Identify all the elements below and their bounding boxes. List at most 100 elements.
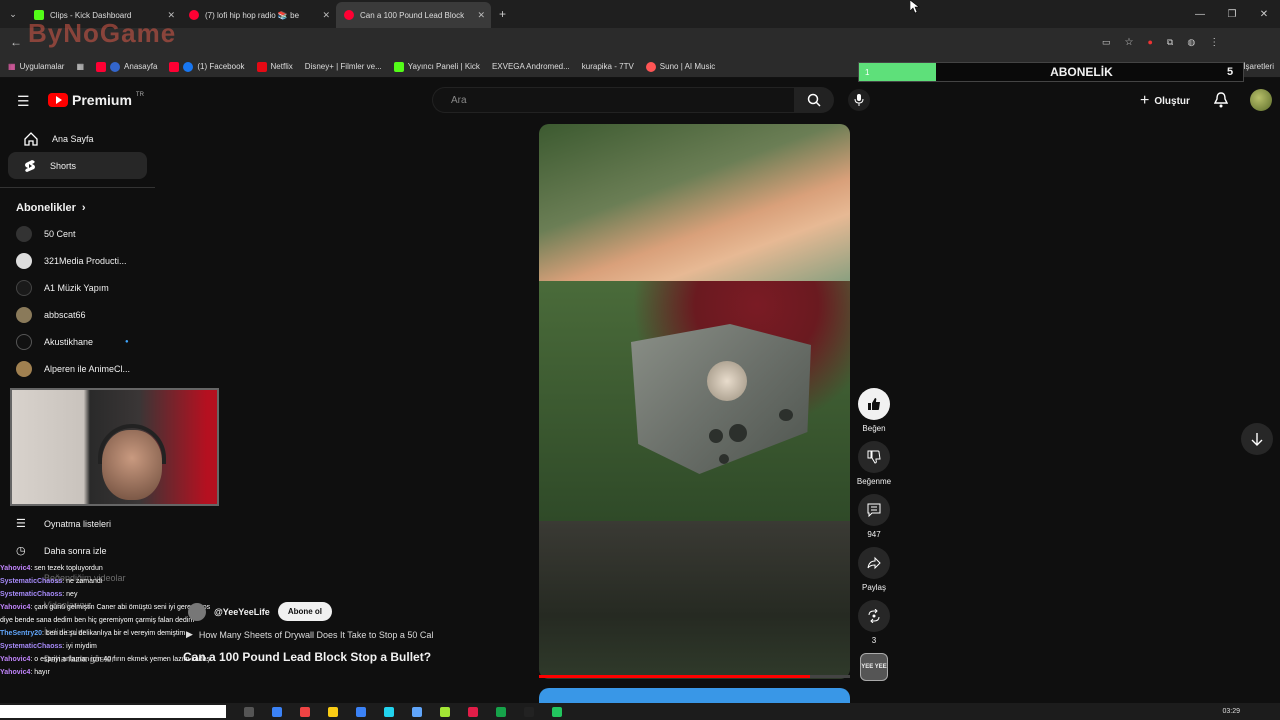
bookmark-youtube[interactable]: Anasayfa (96, 61, 157, 72)
video-progress-bar[interactable] (539, 675, 850, 678)
extension-icon[interactable]: ● (1147, 37, 1152, 47)
sidebar-item-playlists[interactable]: ☰ Oynatma listeleri (0, 510, 155, 537)
dislike-icon (867, 450, 881, 464)
tab-lead-block[interactable]: Can a 100 Pound Lead Block ✕ (336, 2, 491, 28)
obs-icon[interactable] (524, 706, 534, 717)
chat-message: Yahovic4: hayır (0, 669, 50, 676)
app-icon[interactable] (412, 706, 422, 717)
channel-avatar (16, 252, 32, 269)
sidebar-item-watch-later[interactable]: ◷ Daha sonra izle (0, 537, 155, 564)
subscribe-button[interactable]: Abone ol (277, 602, 333, 621)
shorts-video-player[interactable] (539, 124, 850, 679)
store-icon[interactable] (356, 706, 366, 717)
sidebar-item-home[interactable]: Ana Sayfa (8, 125, 147, 152)
youtube-premium-logo[interactable]: Premium TR (48, 92, 144, 108)
taskview-icon[interactable] (244, 706, 254, 717)
mouse-cursor-icon (910, 0, 920, 14)
bookmark-exvega[interactable]: EXVEGA Andromed... (492, 62, 570, 71)
chat-message: Yahovic4: sen tezek topluyordun (0, 565, 103, 572)
address-bar: ← ▭ ☆ ● ⧉ ◍ ⋮ (0, 28, 1280, 56)
chat-message: SystematicChaoss: ne zamandı (0, 578, 103, 585)
tab-title: (7) lofi hip hop radio 📚 be (205, 10, 300, 20)
sidebar-divider (0, 187, 155, 188)
goal-progress-fill: 1 (859, 63, 936, 81)
close-window-icon[interactable]: ✕ (1248, 0, 1280, 28)
create-button[interactable]: + Oluştur (1140, 92, 1190, 110)
os-taskbar: 03:29 (0, 703, 1280, 720)
subscription-item[interactable]: abbscat66 (0, 301, 155, 328)
app-icon[interactable] (384, 706, 394, 717)
star-icon[interactable]: ☆ (1125, 37, 1134, 48)
app-icon[interactable] (496, 706, 506, 717)
bookmark-facebook[interactable]: (1) Facebook (169, 61, 245, 72)
remix-icon (868, 609, 880, 623)
bookmark-netflix[interactable]: Netflix (256, 61, 293, 72)
new-tab-button[interactable]: + (499, 7, 506, 21)
edge-icon[interactable] (272, 706, 282, 717)
share-button[interactable]: Paylaş (858, 547, 890, 592)
microphone-icon (854, 94, 864, 106)
app-icon[interactable] (468, 706, 478, 717)
like-circle (858, 388, 890, 420)
dislike-button[interactable]: Beğenme (857, 441, 891, 486)
voice-search-button[interactable] (848, 89, 870, 111)
youtube-icon (169, 61, 180, 72)
channel-sound-thumbnail[interactable]: YEE YEE (860, 653, 888, 681)
taskbar-clock[interactable]: 03:29 (1222, 708, 1240, 715)
taskbar-search[interactable] (0, 705, 226, 718)
subscription-item[interactable]: A1 Müzik Yapım (0, 274, 155, 301)
remix-circle (858, 600, 890, 632)
maximize-icon[interactable]: ❐ (1216, 0, 1248, 28)
like-button[interactable]: Beğen (858, 388, 890, 433)
bookmark-apps[interactable]: ▦ Uygulamalar (8, 62, 64, 71)
back-icon[interactable]: ← (10, 35, 22, 49)
youtube-icon (96, 61, 107, 72)
app-icon[interactable] (440, 706, 450, 717)
bookmark-7tv[interactable]: kurapika - 7TV (582, 62, 634, 71)
puzzle-icon[interactable]: ⧉ (1167, 37, 1173, 48)
search-input[interactable]: Ara (432, 87, 794, 113)
channel-avatar[interactable] (188, 602, 206, 621)
bookmark-suno[interactable]: Suno | AI Music (645, 61, 715, 72)
close-tab-icon[interactable]: ✕ (322, 10, 330, 21)
bookmark-kick[interactable]: Yayıncı Paneli | Kick (393, 61, 480, 72)
comments-circle (858, 494, 890, 526)
chat-message: Yahovic4: çark günü gelmiştin Caner abi … (0, 604, 211, 624)
youtube-favicon-icon (189, 10, 199, 20)
app-icon[interactable] (552, 706, 562, 717)
comments-button[interactable]: 947 (858, 494, 890, 539)
subscription-item[interactable]: 321Media Producti... (0, 247, 155, 274)
hamburger-menu-icon[interactable]: ☰ (17, 93, 30, 110)
grid-icon[interactable]: ▦ (76, 62, 84, 71)
notifications-button[interactable] (1213, 92, 1229, 113)
account-avatar[interactable] (1250, 89, 1272, 111)
folder-icon[interactable] (328, 706, 338, 717)
bullet-hole (719, 454, 729, 464)
tab-lofi-radio[interactable]: (7) lofi hip hop radio 📚 be ✕ (181, 2, 336, 28)
chrome-icon[interactable] (300, 706, 310, 717)
subscription-item[interactable]: Alperen ile AnimeCl... (0, 355, 155, 382)
cast-icon[interactable]: ▭ (1102, 37, 1111, 48)
channel-name[interactable]: @YeeYeeLife (214, 607, 270, 617)
profile-icon[interactable]: ◍ (1187, 37, 1195, 48)
subscriptions-header[interactable]: Abonelikler › (0, 196, 155, 220)
goal-label: ABONELİK (1050, 65, 1113, 79)
next-short-button[interactable] (1241, 423, 1273, 455)
related-video-link[interactable]: ▶ How Many Sheets of Drywall Does It Tak… (186, 629, 433, 640)
impact-mark (707, 361, 747, 401)
sidebar-item-shorts[interactable]: Shorts (8, 152, 147, 179)
tab-search-icon[interactable]: ⌄ (0, 9, 26, 20)
menu-dots-icon[interactable]: ⋮ (1209, 37, 1219, 48)
bookmark-disney[interactable]: Disney+ | Filmler ve... (305, 62, 382, 71)
minimize-icon[interactable]: — (1184, 0, 1216, 28)
channel-avatar (16, 279, 32, 296)
subscription-item[interactable]: 50 Cent (0, 220, 155, 247)
subscription-item[interactable]: Akustikhane ● (0, 328, 155, 355)
search-button[interactable] (794, 87, 834, 113)
close-tab-icon[interactable]: ✕ (477, 10, 485, 21)
shorts-icon (25, 159, 35, 172)
bullet-hole (709, 429, 723, 443)
home-icon (24, 131, 38, 146)
clock-icon: ◷ (16, 545, 26, 557)
remix-button[interactable]: 3 (858, 600, 890, 645)
